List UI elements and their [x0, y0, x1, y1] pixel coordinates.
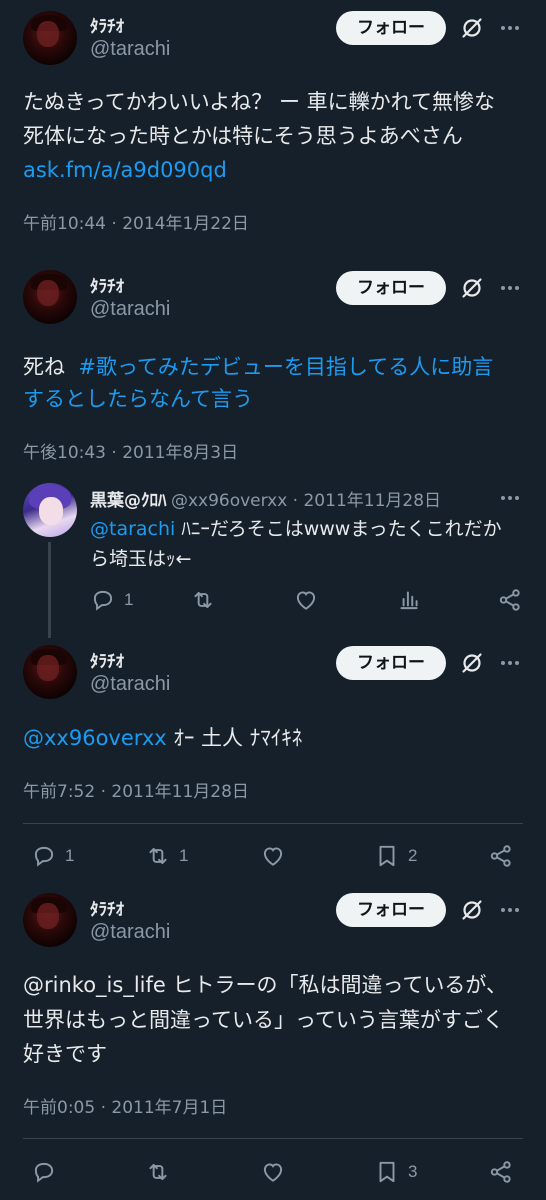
post-timestamp[interactable]: 午前10:44 · 2014年1月22日 [23, 209, 249, 234]
retweet-icon [145, 843, 171, 869]
reply-icon [90, 587, 116, 613]
author-name[interactable]: ﾀﾗﾁｵ [90, 12, 124, 37]
retweet-icon [145, 1159, 171, 1185]
avatar[interactable] [23, 11, 77, 65]
follow-button[interactable]: フォロー [336, 271, 446, 305]
hashtag-link[interactable]: するとしたらなんて言う [23, 383, 253, 416]
reply-icon [31, 1159, 57, 1185]
post-timestamp[interactable]: 午前7:52 · 2011年11月28日 [23, 777, 249, 802]
author-name[interactable]: ﾀﾗﾁｵ [90, 647, 124, 672]
share-icon [488, 843, 514, 869]
bookmark-button[interactable]: 3 [374, 1159, 417, 1185]
grok-icon[interactable] [460, 16, 484, 40]
views-icon [396, 587, 422, 613]
post-timestamp[interactable]: 午前0:05 · 2011年7月1日 [23, 1093, 227, 1118]
follow-button[interactable]: フォロー [336, 893, 446, 927]
grok-icon[interactable] [460, 898, 484, 922]
like-icon [260, 1159, 286, 1185]
author-name[interactable]: ﾀﾗﾁｵ [90, 272, 124, 297]
retweet-button[interactable] [190, 587, 216, 613]
avatar[interactable] [23, 483, 77, 537]
follow-button[interactable]: フォロー [336, 11, 446, 45]
reply-count: 1 [65, 846, 75, 865]
reply-button[interactable] [31, 1159, 57, 1185]
follow-button[interactable]: フォロー [336, 646, 446, 680]
reply-text-line: @tarachi ﾊﾆｰだろそこはwwwまったくこれだか [90, 515, 502, 543]
like-button[interactable] [293, 587, 319, 613]
post-text-prefix: 死ね [23, 355, 65, 379]
bookmark-count: 2 [408, 846, 418, 865]
retweet-icon [190, 587, 216, 613]
avatar[interactable] [23, 645, 77, 699]
reply-button[interactable]: 1 [31, 843, 74, 869]
views-button[interactable] [396, 587, 422, 613]
author-handle[interactable]: @tarachi [90, 921, 170, 944]
post-text-line: 世界はもっと間違っている」っていう言葉がすごく [23, 1008, 504, 1032]
hashtag-link[interactable]: #歌ってみたデビューを目指してる人に助言 [78, 355, 493, 379]
bookmark-icon [374, 1159, 400, 1185]
reply-button[interactable]: 1 [90, 587, 133, 613]
more-options-icon[interactable] [498, 16, 522, 40]
reply-count: 1 [124, 590, 134, 609]
avatar[interactable] [23, 893, 77, 947]
post-text: ｵｰ 土人 ﾅﾏｲｷﾈ [166, 726, 303, 750]
share-button[interactable] [488, 843, 514, 869]
retweet-button[interactable]: 1 [145, 843, 188, 869]
share-icon [488, 1159, 514, 1185]
post-link[interactable]: ask.fm/a/a9d090qd [23, 154, 227, 187]
like-button[interactable] [260, 843, 286, 869]
like-icon [260, 843, 286, 869]
like-button[interactable] [260, 1159, 286, 1185]
more-options-icon[interactable] [498, 898, 522, 922]
bookmark-icon [374, 843, 400, 869]
post-text-line: 死体になった時とかは特にそう思うよあべさん [23, 124, 463, 148]
retweet-button[interactable] [145, 1159, 171, 1185]
post-timestamp[interactable]: 午後10:43 · 2011年8月3日 [23, 438, 238, 463]
bookmark-button[interactable]: 2 [374, 843, 417, 869]
author-name[interactable]: 黒葉@ｸﾛﾊ [90, 491, 167, 511]
more-options-icon[interactable] [498, 276, 522, 300]
post-text-line: @xx96overxx ｵｰ 土人 ﾅﾏｲｷﾈ [23, 722, 302, 755]
more-options-icon[interactable] [498, 486, 522, 510]
post-text-line: @rinko_is_life ヒトラーの「私は間違っているが、 [23, 973, 507, 997]
author-name[interactable]: ﾀﾗﾁｵ [90, 895, 124, 920]
reply-icon [31, 843, 57, 869]
share-button[interactable] [497, 587, 523, 613]
reply-header: 黒葉@ｸﾛﾊ @xx96overxx · 2011年11月28日 [90, 486, 441, 511]
reply-text: ﾊﾆｰだろそこはwwwまったくこれだか [175, 518, 502, 540]
author-handle[interactable]: @tarachi [90, 38, 170, 61]
bookmark-count: 3 [408, 1162, 418, 1181]
share-button[interactable] [488, 1159, 514, 1185]
grok-icon[interactable] [460, 276, 484, 300]
more-options-icon[interactable] [498, 651, 522, 675]
divider [23, 1138, 523, 1139]
reply-text-line: ら埼玉はｯ← [90, 548, 192, 570]
mention-link[interactable]: @tarachi [90, 518, 175, 540]
retweet-count: 1 [179, 846, 189, 865]
divider [23, 823, 523, 824]
like-icon [293, 587, 319, 613]
share-icon [497, 587, 523, 613]
post-text-line: 好きです [23, 1042, 107, 1066]
author-handle[interactable]: @tarachi [90, 673, 170, 696]
post-text-line: たぬきってかわいいよね？ ー 車に轢かれて無惨な [23, 90, 495, 114]
thread-line [48, 542, 51, 638]
author-handle-time[interactable]: @xx96overxx · 2011年11月28日 [171, 491, 441, 511]
avatar[interactable] [23, 270, 77, 324]
grok-icon[interactable] [460, 651, 484, 675]
post-text-line: 死ね #歌ってみたデビューを目指してる人に助言 [23, 351, 493, 384]
mention-link[interactable]: @xx96overxx [23, 726, 167, 750]
author-handle[interactable]: @tarachi [90, 298, 170, 321]
